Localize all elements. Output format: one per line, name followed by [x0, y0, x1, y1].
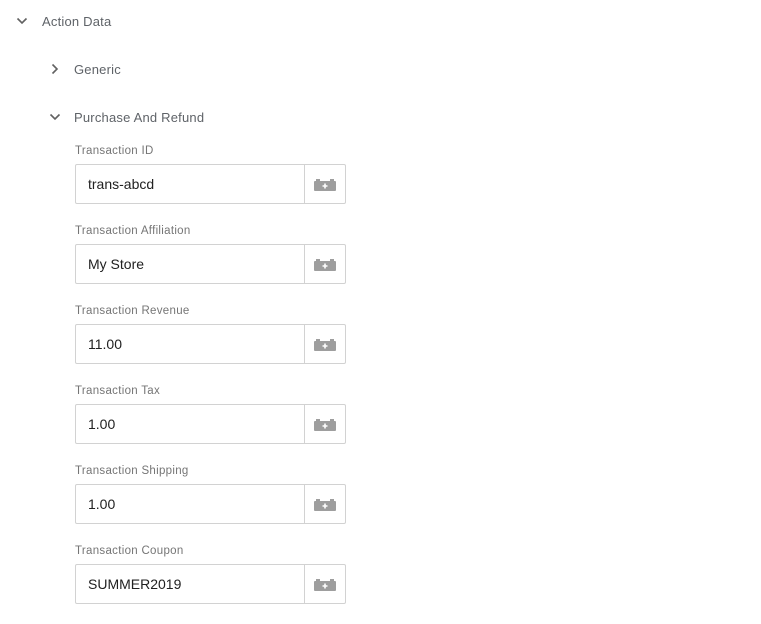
field-transaction-shipping: Transaction Shipping — [75, 464, 355, 544]
field-transaction-id: Transaction ID — [75, 144, 355, 224]
chevron-right-icon — [47, 61, 63, 77]
purchase-fields: Transaction ID Transaction Affiliation T… — [75, 144, 355, 624]
section-header-purchase-and-refund[interactable]: Purchase And Refund — [47, 109, 204, 125]
add-variable-icon — [314, 256, 336, 272]
transaction-id-input[interactable] — [76, 165, 304, 203]
field-box — [75, 404, 346, 444]
variable-picker-button[interactable] — [304, 405, 345, 443]
field-label: Transaction Coupon — [75, 545, 184, 557]
add-variable-icon — [314, 496, 336, 512]
field-box — [75, 564, 346, 604]
field-label: Transaction Revenue — [75, 305, 190, 317]
chevron-down-icon — [47, 109, 63, 125]
add-variable-icon — [314, 416, 336, 432]
field-transaction-coupon: Transaction Coupon — [75, 544, 355, 624]
transaction-shipping-input[interactable] — [76, 485, 304, 523]
transaction-coupon-input[interactable] — [76, 565, 304, 603]
transaction-tax-input[interactable] — [76, 405, 304, 443]
transaction-affiliation-input[interactable] — [76, 245, 304, 283]
add-variable-icon — [314, 336, 336, 352]
field-label: Transaction ID — [75, 145, 154, 157]
field-label: Transaction Affiliation — [75, 225, 191, 237]
field-label: Transaction Shipping — [75, 465, 189, 477]
field-transaction-revenue: Transaction Revenue — [75, 304, 355, 384]
variable-picker-button[interactable] — [304, 325, 345, 363]
field-transaction-tax: Transaction Tax — [75, 384, 355, 464]
field-label: Transaction Tax — [75, 385, 161, 397]
variable-picker-button[interactable] — [304, 485, 345, 523]
section-title: Generic — [74, 61, 121, 77]
field-box — [75, 484, 346, 524]
transaction-revenue-input[interactable] — [76, 325, 304, 363]
variable-picker-button[interactable] — [304, 165, 345, 203]
field-box — [75, 244, 346, 284]
add-variable-icon — [314, 576, 336, 592]
section-title: Purchase And Refund — [74, 109, 205, 125]
section-title: Action Data — [42, 13, 112, 29]
variable-picker-button[interactable] — [304, 565, 345, 603]
chevron-down-icon — [14, 13, 30, 29]
section-header-generic[interactable]: Generic — [47, 61, 121, 77]
field-box — [75, 164, 346, 204]
section-header-action-data[interactable]: Action Data — [14, 13, 111, 29]
field-box — [75, 324, 346, 364]
variable-picker-button[interactable] — [304, 245, 345, 283]
add-variable-icon — [314, 176, 336, 192]
field-transaction-affiliation: Transaction Affiliation — [75, 224, 355, 304]
